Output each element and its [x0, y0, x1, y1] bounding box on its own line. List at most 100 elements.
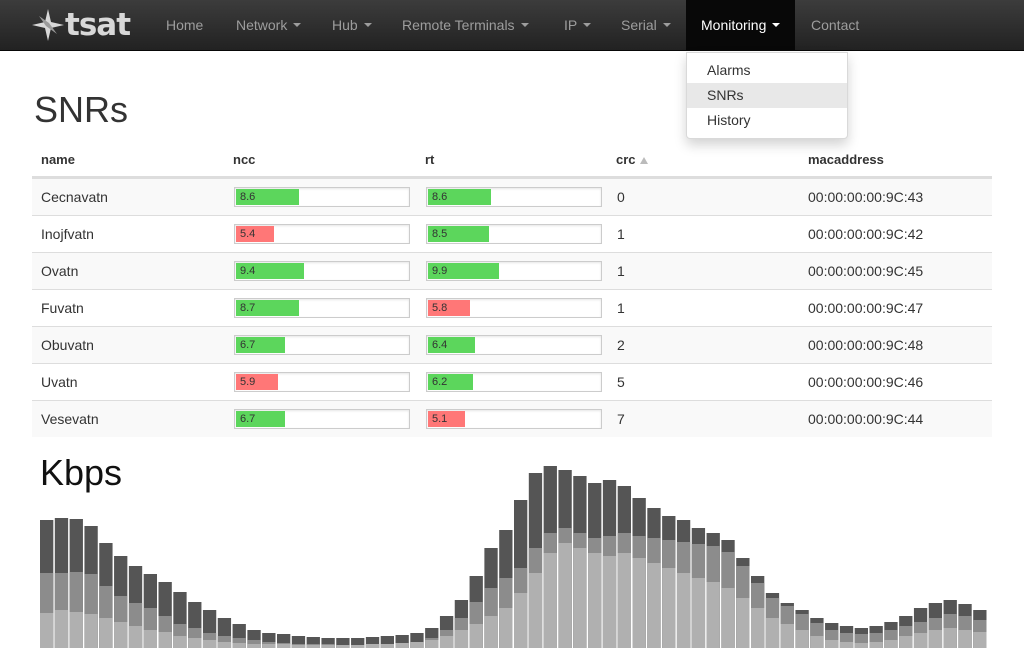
cell-name: Cecnavatn	[41, 189, 108, 205]
ncc-snr-value: 6.7	[240, 413, 256, 425]
cell-mac: 00:00:00:00:9C:47	[808, 300, 924, 316]
kbps-bar	[543, 553, 557, 648]
kbps-bar	[232, 643, 246, 648]
column-header-ncc[interactable]: ncc	[233, 142, 255, 178]
monitoring-dropdown: Alarms SNRs History	[686, 52, 848, 139]
rt-snr-value: 5.1	[432, 413, 448, 425]
rt-snr-bar-fill: 9.9	[428, 263, 500, 279]
kbps-bar	[380, 644, 394, 648]
nav-item-label: IP	[564, 17, 578, 33]
cell-crc: 1	[617, 226, 625, 242]
kbps-bar	[484, 616, 498, 648]
kbps-bar	[395, 643, 409, 648]
cell-mac: 00:00:00:00:9C:44	[808, 411, 924, 427]
table-row[interactable]: Inojfvatn 1 00:00:00:00:9C:42 5.4 8.5	[32, 215, 992, 252]
nav-item-label: Remote Terminals	[402, 17, 515, 33]
rt-snr-bar: 9.9	[426, 261, 602, 281]
caret-down-icon	[520, 23, 529, 28]
kbps-bar	[202, 640, 217, 648]
cell-name: Ovatn	[41, 263, 79, 279]
navbar: tsat Home Network Hub Remote Terminals IP Ser…	[0, 0, 1024, 51]
rt-snr-bar-fill: 6.2	[428, 374, 474, 390]
nav-item-network[interactable]: Network	[221, 0, 316, 51]
dropdown-item-history[interactable]: History	[687, 108, 847, 133]
table-row[interactable]: Vesevatn 7 00:00:00:00:9C:44 6.7 5.1	[32, 400, 992, 437]
ncc-snr-bar: 8.6	[234, 187, 410, 207]
kbps-bar	[558, 543, 572, 648]
kbps-bar	[913, 633, 928, 648]
caret-down-icon	[662, 23, 671, 28]
table-row[interactable]: Cecnavatn 0 00:00:00:00:9C:43 8.6 8.6	[32, 178, 992, 215]
nav-item-remote-terminals[interactable]: Remote Terminals	[387, 0, 544, 51]
ncc-snr-bar-fill: 6.7	[236, 411, 285, 427]
ncc-snr-bar: 9.4	[234, 261, 410, 281]
caret-down-icon	[293, 23, 302, 28]
table-row[interactable]: Obuvatn 2 00:00:00:00:9C:48 6.7 6.4	[32, 326, 992, 363]
nav-item-label: Contact	[811, 17, 860, 33]
ncc-snr-value: 8.7	[240, 302, 256, 314]
kbps-bar	[40, 613, 54, 648]
snr-table: name ncc rt crc macaddress Cecnavatn 0 00:…	[32, 142, 992, 437]
cell-name: Inojfvatn	[41, 226, 94, 242]
kbps-bar	[410, 642, 424, 648]
table-body: Cecnavatn 0 00:00:00:00:9C:43 8.6 8.6 Inojfva…	[32, 178, 992, 437]
ncc-snr-bar-fill: 8.7	[236, 300, 299, 316]
cell-crc: 0	[617, 189, 625, 205]
kbps-bar	[810, 636, 824, 648]
rt-snr-bar: 8.5	[426, 224, 602, 244]
cell-crc: 1	[617, 300, 625, 316]
kbps-bar	[706, 582, 720, 648]
ncc-snr-bar-fill: 6.7	[236, 337, 285, 353]
dropdown-item-snrs[interactable]: SNRs	[687, 83, 847, 108]
nav-item-label: Monitoring	[701, 17, 767, 33]
cell-name: Vesevatn	[41, 411, 99, 427]
dropdown-item-alarms[interactable]: Alarms	[687, 58, 847, 83]
nav-item-serial[interactable]: Serial	[606, 0, 686, 51]
kbps-bar	[588, 553, 602, 648]
kbps-chart	[40, 466, 987, 648]
nav-item-label: Serial	[621, 17, 657, 33]
caret-down-icon	[363, 23, 372, 28]
ncc-snr-bar-fill: 5.4	[236, 226, 275, 242]
column-header-crc[interactable]: crc	[616, 142, 648, 178]
nav-item-hub[interactable]: Hub	[317, 0, 387, 51]
kbps-bar	[780, 624, 794, 648]
nav-item-home[interactable]: Home	[151, 0, 218, 51]
kbps-bar	[469, 624, 483, 648]
kbps-bar	[676, 573, 691, 648]
kbps-bar	[573, 548, 587, 648]
kbps-bar	[958, 630, 972, 648]
column-header-macaddress[interactable]: macaddress	[808, 142, 884, 178]
kbps-bar	[128, 626, 143, 648]
page-title: SNRs	[34, 89, 129, 130]
kbps-bar	[277, 644, 291, 648]
nav-item-monitoring[interactable]: Monitoring	[686, 0, 796, 51]
kbps-bar	[632, 558, 646, 648]
column-header-rt[interactable]: rt	[425, 142, 434, 178]
cell-crc: 1	[617, 263, 625, 279]
ncc-snr-bar: 5.4	[234, 224, 410, 244]
kbps-bar	[425, 640, 439, 648]
rt-snr-bar-fill: 5.8	[428, 300, 470, 316]
kbps-bar	[158, 632, 172, 648]
rt-snr-bar: 8.6	[426, 187, 602, 207]
kbps-bar	[217, 642, 232, 648]
kbps-bar	[647, 563, 661, 648]
kbps-bar	[365, 644, 380, 648]
nav-item-contact[interactable]: Contact	[796, 0, 874, 51]
table-row[interactable]: Ovatn 1 00:00:00:00:9C:45 9.4 9.9	[32, 252, 992, 289]
kbps-bar	[54, 610, 69, 648]
column-header-name[interactable]: name	[41, 142, 75, 178]
brand-logo[interactable]: tsat	[32, 7, 131, 43]
nav-item-ip[interactable]: IP	[549, 0, 606, 51]
table-row[interactable]: Fuvatn 1 00:00:00:00:9C:47 8.7 5.8	[32, 289, 992, 326]
kbps-bar	[691, 578, 706, 648]
cell-crc: 5	[617, 374, 625, 390]
kbps-bar	[854, 643, 868, 648]
nav-item-label: Hub	[332, 17, 358, 33]
kbps-bar	[928, 630, 943, 648]
table-row[interactable]: Uvatn 5 00:00:00:00:9C:46 5.9 6.2	[32, 363, 992, 400]
kbps-bar	[736, 598, 750, 648]
kbps-bar	[114, 622, 128, 648]
nav-item-label: Home	[166, 17, 204, 33]
